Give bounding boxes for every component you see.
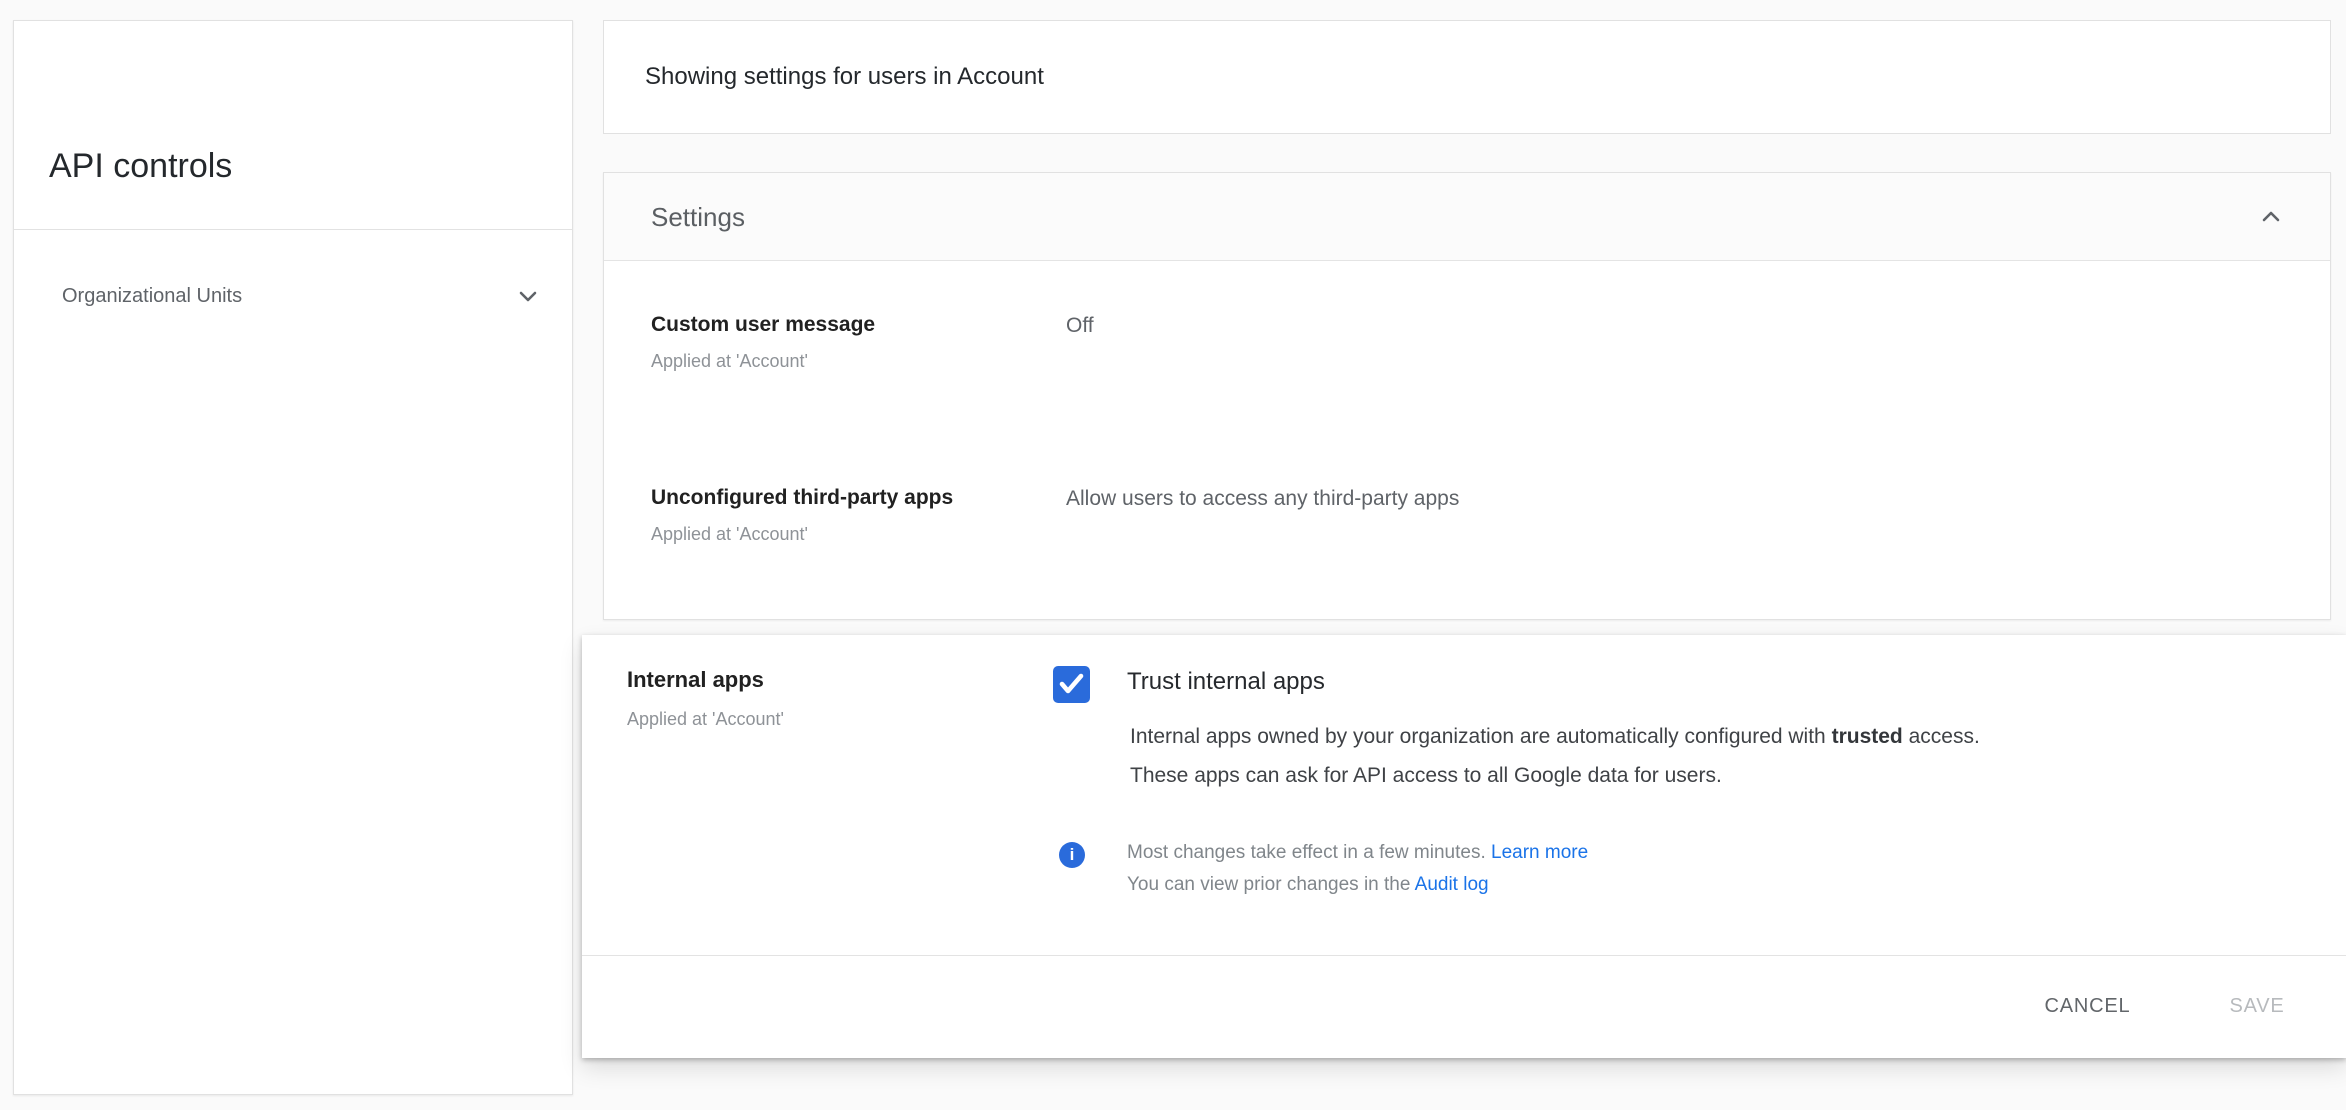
sidebar-panel: API controls Organizational Units	[13, 20, 573, 1095]
scope-bar: Showing settings for users in Account	[603, 20, 2331, 134]
scope-text: Showing settings for users in Account	[645, 63, 1044, 90]
chevron-up-icon[interactable]	[2257, 203, 2285, 231]
setting-value: Allow users to access any third-party ap…	[1066, 487, 1460, 510]
changes-note: Most changes take effect in a few minute…	[1127, 837, 1588, 901]
note-line-1: Most changes take effect in a few minute…	[1127, 842, 1589, 863]
audit-log-link[interactable]: Audit log	[1415, 874, 1489, 895]
setting-applied-at: Applied at 'Account'	[651, 524, 808, 544]
checkbox-label[interactable]: Trust internal apps	[1127, 668, 1325, 696]
page-title: API controls	[49, 147, 233, 185]
info-icon: i	[1059, 842, 1085, 868]
note-line-2: You can view prior changes in the Audit …	[1127, 874, 1489, 895]
setting-value: Off	[1066, 314, 1094, 337]
setting-applied-at: Applied at 'Account'	[651, 351, 808, 371]
learn-more-link[interactable]: Learn more	[1491, 842, 1588, 863]
setting-label: Custom user message	[651, 313, 876, 336]
sidebar-item-organizational-units[interactable]: Organizational Units	[14, 254, 572, 338]
setting-label: Internal apps	[627, 667, 764, 692]
internal-apps-editor-card: Internal apps Applied at 'Account' Trust…	[582, 635, 2346, 1058]
trust-internal-apps-checkbox[interactable]	[1053, 666, 1090, 703]
description-line-1: Internal apps owned by your organization…	[1130, 725, 1980, 748]
settings-header: Settings	[604, 173, 2330, 261]
checkmark-icon	[1059, 673, 1084, 694]
api-controls-page: API controls Organizational Units Showin…	[0, 0, 2346, 1110]
chevron-down-icon	[514, 282, 542, 310]
setting-applied-at: Applied at 'Account'	[627, 709, 784, 729]
button-row-divider	[582, 955, 2346, 956]
settings-card: Settings Custom user message Applied at …	[603, 172, 2331, 620]
setting-label: Unconfigured third-party apps	[651, 486, 954, 509]
settings-title: Settings	[651, 202, 745, 232]
sidebar-item-label: Organizational Units	[62, 285, 243, 307]
setting-description: Internal apps owned by your organization…	[1130, 717, 1980, 795]
cancel-button[interactable]: CANCEL	[2030, 985, 2145, 1027]
description-line-2: These apps can ask for API access to all…	[1130, 764, 1722, 787]
sidebar-divider	[14, 229, 572, 230]
save-button[interactable]: SAVE	[2212, 985, 2302, 1027]
